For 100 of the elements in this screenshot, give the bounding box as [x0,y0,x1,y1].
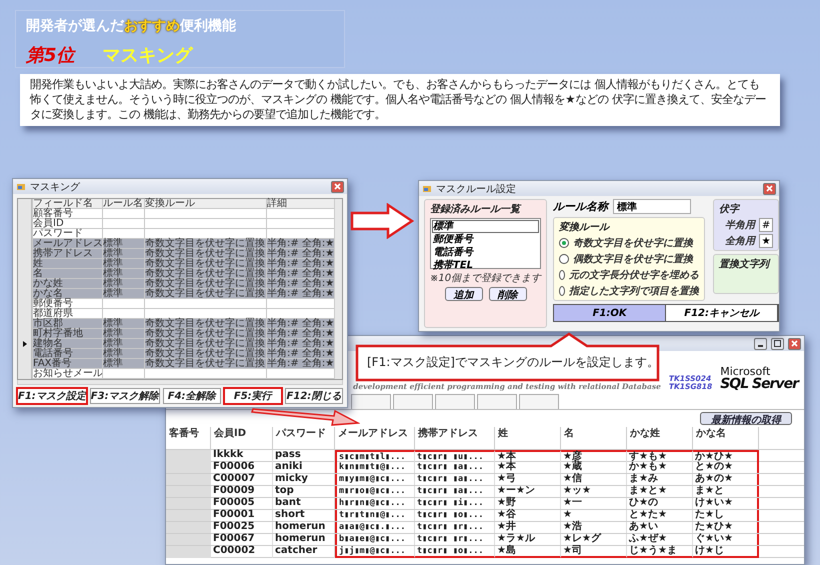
table-cell: ★司 [561,546,627,558]
table-cell: ★井 [495,522,561,533]
table-cell: す★も★ [627,450,693,462]
column-header: 姓 [495,427,561,449]
tab[interactable] [435,394,475,409]
app-icon [16,182,26,192]
grid-row[interactable]: かな姓 標準 奇数文字目を伏せ字に置換 半角:# 全角:★ [18,279,334,289]
table-cell: ★信 [561,474,627,485]
table-cell: ★弓 [495,474,561,485]
table-cell: ★野 [495,498,561,509]
radio-button[interactable] [559,286,566,296]
table-cell: ま★み [627,474,693,485]
grid-row[interactable]: 顧客番号 [18,209,334,219]
function-button[interactable]: F1:マスク設定 [17,388,87,404]
list-item[interactable]: 電話番号 [432,246,540,259]
table-cell: C00007 [211,474,273,485]
function-button[interactable]: F3:マスク解除 [90,388,160,404]
feature-title: マスキング [102,44,193,67]
mask-char-field[interactable]: ★ [759,234,774,248]
delete-button[interactable]: 削除 [488,287,527,301]
section-title: 開発者が選んだおすすめ便利機能 [26,17,237,35]
grid-row[interactable]: FAX番号 標準 奇数文字目を伏せ字に置換 半角:# 全角:★ [18,359,334,369]
add-button[interactable]: 追加 [444,287,483,301]
table-cell: ★ラ★ル [495,534,561,545]
radio-button[interactable] [559,254,570,264]
grid-row[interactable]: かな名 標準 奇数文字目を伏せ字に置換 半角:# 全角:★ [18,289,334,299]
table-cell: a▮a▮@▮c▮.▮... [335,522,415,533]
grid-row[interactable]: 会員ID [18,219,334,229]
radio-label: 元の文字長分伏せ字を埋める [569,268,700,282]
grid-row[interactable]: 建物名 標準 奇数文字目を伏せ字に置換 半角:# 全角:★ [18,339,334,349]
grid-row[interactable]: 都道府県 [18,309,334,319]
minimize-button[interactable] [754,338,767,350]
column-header: かな姓 [627,427,693,449]
field-label: ルール名称 [553,199,608,214]
close-button[interactable] [763,182,776,194]
function-button[interactable]: F12:閉じる [284,388,343,404]
table-cell: ★レ★グ [561,534,627,545]
table-cell: ★島 [495,546,561,558]
rule-name-field[interactable]: 標準 [613,199,692,214]
grid-row[interactable]: メールアドレス標準 奇数文字目を伏せ字に置換 半角:# 全角:★ [18,239,334,249]
refresh-button[interactable]: 最新情報の取得 [700,412,792,425]
list-item[interactable]: 標準 [432,220,540,233]
rank-label: 第5位 [26,44,75,67]
column-header: パスワード [273,427,335,449]
grid-row[interactable]: 名 標準 奇数文字目を伏せ字に置換 半角:# 全角:★ [18,269,334,279]
grid-row[interactable]: 電話番号 標準 奇数文字目を伏せ字に置換 半角:# 全角:★ [18,349,334,359]
list-item[interactable]: 郵便番号 [432,233,540,246]
grid-row[interactable]: 姓 標準 奇数文字目を伏せ字に置換 半角:# 全角:★ [18,259,334,269]
logo-text: SQL Server [720,377,798,391]
radio-label: 奇数文字目を伏せ字に置換 [573,236,694,250]
close-icon [334,183,341,190]
grid-row[interactable]: 市区郡 標準 奇数文字目を伏せ字に置換 半角:# 全角:★ [18,319,334,329]
radio-button[interactable] [559,270,566,280]
grid-row[interactable]: パスワード [18,229,334,239]
table-cell: homerun [273,534,335,545]
maximize-button[interactable] [771,338,784,350]
table-cell: た★ひ★ [693,522,759,533]
table-cell: h▮r▮n▮@▮c▮... [335,498,415,509]
list-item[interactable]: 携帯TEL [432,259,540,272]
grid-row[interactable]: 携帯アドレス 標準 奇数文字目を伏せ字に置換 半角:# 全角:★ [18,249,334,259]
table-cell: t▮c▮r▮ ▮r▮... [415,522,495,533]
table-cell: ★本 [495,462,561,473]
column-header: 会員ID [211,427,273,449]
table-cell: F00001 [211,510,273,521]
grid-row[interactable]: 町村字番地 標準 奇数文字目を伏せ字に置換 半角:# 全角:★ [18,329,334,339]
table-cell: か★も★ [627,462,693,473]
mask-char-field[interactable]: # [759,218,774,232]
radio-button[interactable] [559,238,570,248]
table-cell: ★ー★ン [495,486,561,497]
group-title: 変換ルール [559,220,611,234]
table-cell: Ikkkk [211,450,273,462]
table-cell: C00002 [211,546,273,558]
table-cell: ま★と★ [627,486,693,497]
logo-text: Microsoft [720,366,770,377]
tab[interactable] [519,394,559,409]
table-cell: ★谷 [495,510,561,521]
table-cell: と★の★ [693,462,759,473]
close-button[interactable] [331,180,344,192]
function-button[interactable]: F4:全解除 [162,388,221,404]
function-button[interactable]: F5:実行 [224,388,282,404]
table-cell: ★彦 [561,450,627,462]
table-cell: t▮c▮r▮ ▮u▮... [415,450,495,462]
table-cell: け★い★ [693,498,759,509]
tab[interactable] [393,394,433,409]
tab[interactable] [477,394,517,409]
grid-row[interactable]: 郵便番号 [18,299,334,309]
tab[interactable] [351,394,391,409]
table-cell: ぐ★い★ [693,534,759,545]
table-cell: m▮y▮m▮@▮c▮... [335,474,415,485]
table-cell: ひ★の [627,498,693,509]
horizontal-scrollbar[interactable] [17,380,343,385]
dialog-button[interactable]: F12:キャンセル [666,305,778,321]
close-button[interactable] [788,338,801,350]
table-cell: bant [273,498,335,509]
table-cell: t▮c▮r▮ ▮o▮... [415,510,495,521]
table-cell: k▮n▮m▮t▮@▮... [335,462,415,473]
dialog-button[interactable]: F1:OK [554,305,666,321]
table-cell: た★し [693,510,759,521]
vertical-scrollbar[interactable] [334,199,342,379]
window-title: マスクルール設定 [436,182,517,196]
